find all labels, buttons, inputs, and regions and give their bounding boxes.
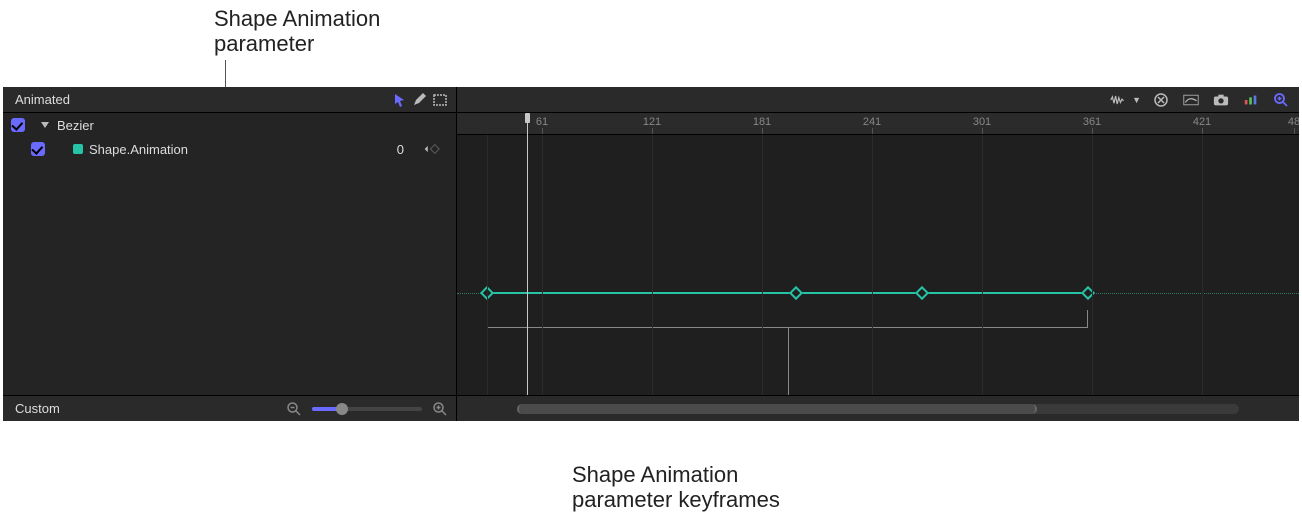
fit-curve-icon[interactable] [1181, 90, 1201, 110]
disclosure-triangle-icon[interactable] [41, 122, 49, 128]
visibility-checkbox[interactable] [31, 142, 45, 156]
timeline-footer [457, 395, 1299, 421]
pencil-tool-icon[interactable] [410, 90, 430, 110]
callout-bottom-line2: parameter keyframes [572, 487, 780, 512]
timeline[interactable]: 61 121 181 241 301 361 421 48 [457, 113, 1299, 421]
ruler-tick [652, 128, 653, 134]
keyframe-nav-icon[interactable] [420, 143, 448, 155]
param-row-shape-animation[interactable]: Shape.Animation 0 [3, 137, 456, 161]
curve-mode-popup[interactable]: Custom [9, 399, 72, 419]
callout-bracket [487, 310, 1088, 328]
toolbar-right: ▼ [457, 87, 1299, 112]
zoom-slider-thumb[interactable] [336, 403, 348, 415]
ruler-label: 301 [973, 116, 991, 128]
toolbar: Animated ▼ [3, 87, 1299, 113]
param-color-chip [73, 144, 83, 154]
ruler-tick [1202, 128, 1203, 134]
zoom-icon[interactable] [1271, 90, 1291, 110]
callout-bottom-line1: Shape Animation [572, 462, 738, 487]
ruler-label: 61 [536, 116, 548, 128]
timeline-gridline [982, 135, 983, 395]
left-footer: Custom [3, 395, 456, 421]
timeline-gridline [872, 135, 873, 395]
ruler-label: 121 [643, 116, 661, 128]
timeline-gridline [762, 135, 763, 395]
timeline-ruler[interactable]: 61 121 181 241 301 361 421 48 [457, 113, 1299, 135]
ruler-label: 48 [1288, 116, 1299, 128]
parameter-rows: Bezier Shape.Animation 0 [3, 113, 456, 395]
timeline-gridline [652, 135, 653, 395]
editor-body: Bezier Shape.Animation 0 [3, 113, 1299, 421]
ruler-tick [1092, 128, 1093, 134]
view-mode-label: Animated [15, 92, 70, 107]
ruler-label: 421 [1193, 116, 1211, 128]
zoom-slider[interactable] [312, 407, 422, 411]
callout-top-line2: parameter [214, 31, 314, 56]
ruler-tick [982, 128, 983, 134]
view-mode-popup[interactable]: Animated [9, 90, 82, 110]
snapshot-icon[interactable] [1211, 90, 1231, 110]
timeline-gridline [487, 135, 488, 395]
parameter-list: Bezier Shape.Animation 0 [3, 113, 457, 421]
timeline-scrollbar-handle[interactable] [517, 404, 1037, 414]
zoom-in-icon[interactable] [430, 399, 450, 419]
callout-top-line1: Shape Animation [214, 6, 380, 31]
ruler-label: 181 [753, 116, 771, 128]
zoom-out-icon[interactable] [284, 399, 304, 419]
chevron-down-icon[interactable]: ▼ [1132, 95, 1141, 105]
ruler-tick [872, 128, 873, 134]
ruler-tick [762, 128, 763, 134]
ruler-tick [1294, 128, 1295, 134]
audio-waveform-icon[interactable] [1108, 90, 1128, 110]
keyframe-diamond[interactable] [789, 286, 803, 300]
curve-mode-label: Custom [15, 401, 60, 416]
param-name: Shape.Animation [89, 142, 188, 157]
keyframe-diamond[interactable] [915, 286, 929, 300]
rgb-channels-icon[interactable] [1241, 90, 1261, 110]
timeline-gridline [542, 135, 543, 395]
ruler-label: 241 [863, 116, 881, 128]
callout-top: Shape Animation parameter [214, 6, 380, 57]
keyframe-segment[interactable] [487, 292, 1088, 294]
visibility-checkbox[interactable] [11, 118, 25, 132]
arrow-tool-icon[interactable] [390, 90, 410, 110]
timeline-scrollbar[interactable] [517, 404, 1239, 414]
timeline-gridline [1092, 135, 1093, 395]
clear-icon[interactable] [1151, 90, 1171, 110]
box-select-icon[interactable] [430, 90, 450, 110]
timeline-gridline [1202, 135, 1203, 395]
keyframe-area[interactable] [457, 135, 1299, 395]
param-value[interactable]: 0 [324, 142, 414, 157]
group-name: Bezier [57, 118, 94, 133]
keyframe-editor-panel: Animated ▼ [3, 87, 1299, 421]
ruler-label: 361 [1083, 116, 1101, 128]
group-row-bezier[interactable]: Bezier [3, 113, 456, 137]
toolbar-left: Animated [3, 87, 457, 112]
callout-bottom: Shape Animation parameter keyframes [572, 462, 780, 513]
playhead[interactable] [527, 113, 528, 395]
ruler-tick [542, 128, 543, 134]
